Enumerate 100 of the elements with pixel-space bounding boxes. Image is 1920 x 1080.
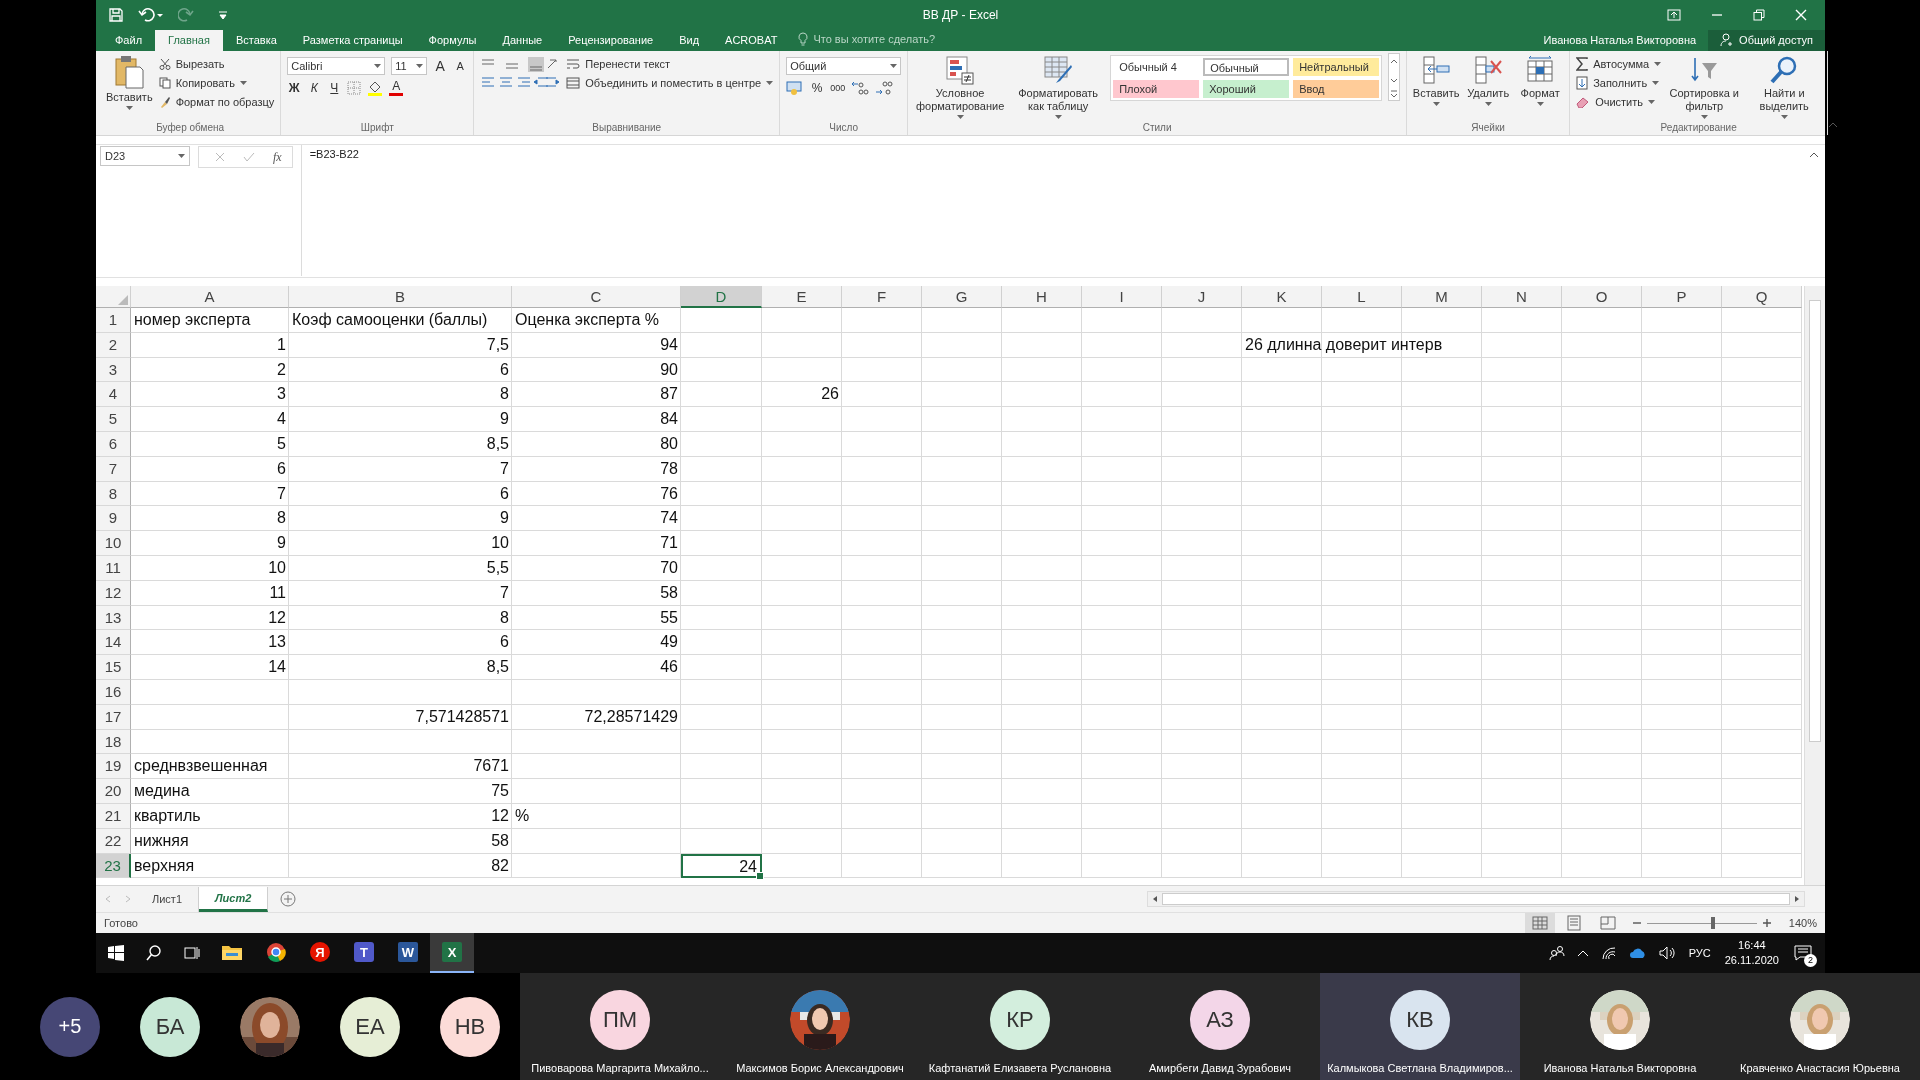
participant-avatar[interactable]: НВ: [440, 996, 500, 1057]
ribbon-tab[interactable]: Вид: [666, 30, 713, 51]
font-color-button[interactable]: A: [389, 80, 404, 96]
row-header[interactable]: 17: [96, 704, 131, 730]
row-header[interactable]: 7: [96, 456, 131, 482]
ribbon-tab[interactable]: Разметка страницы: [289, 30, 416, 51]
gallery-scroll-icon[interactable]: [1388, 53, 1401, 101]
name-box[interactable]: D23: [100, 146, 190, 166]
row-header[interactable]: 1: [96, 308, 131, 333]
decrease-decimal-icon[interactable]: [875, 80, 894, 96]
restore-icon[interactable]: [1753, 9, 1765, 21]
column-header[interactable]: G: [922, 286, 1002, 308]
row-header[interactable]: 15: [96, 655, 131, 680]
italic-button[interactable]: К: [307, 81, 322, 95]
chevron-up-icon[interactable]: [1576, 949, 1589, 957]
task-view-icon[interactable]: [184, 945, 200, 961]
column-header[interactable]: A: [131, 286, 289, 308]
normal-view-icon[interactable]: [1525, 913, 1555, 933]
ribbon-tab[interactable]: ACROBAT: [712, 30, 791, 51]
close-icon[interactable]: [1795, 9, 1807, 21]
format-as-table-button[interactable]: Форматировать как таблицу: [1012, 53, 1105, 119]
column-header[interactable]: L: [1322, 286, 1402, 308]
conditional-formatting-button[interactable]: Условное форматирование: [914, 53, 1007, 119]
zoom-thumb[interactable]: [1711, 916, 1715, 929]
cell-style-option[interactable]: Плохой: [1113, 80, 1200, 98]
participant-avatar[interactable]: ЕА: [340, 996, 400, 1057]
number-format-field[interactable]: Общий: [786, 57, 902, 75]
share-button[interactable]: Общий доступ: [1708, 30, 1825, 51]
add-sheet-icon[interactable]: [280, 891, 297, 907]
tell-me-field[interactable]: Что вы хотите сделать?: [790, 32, 936, 51]
ribbon-tab[interactable]: Файл: [102, 30, 156, 51]
row-header[interactable]: 13: [96, 605, 131, 631]
taskbar-app[interactable]: T: [342, 933, 386, 973]
column-header[interactable]: F: [842, 286, 922, 308]
speaker-icon[interactable]: [1658, 946, 1677, 960]
cut-button[interactable]: Вырезать: [158, 56, 275, 72]
format-cells-button[interactable]: Формат: [1517, 53, 1564, 106]
fill-color-icon[interactable]: [367, 80, 384, 96]
ribbon-tab[interactable]: Главная: [155, 30, 223, 51]
participant-tile[interactable]: Кравченко Анастасия Юрьевна: [1720, 973, 1920, 1080]
column-header[interactable]: K: [1242, 286, 1322, 308]
cloud-icon[interactable]: [1628, 947, 1647, 959]
column-header[interactable]: Q: [1722, 286, 1802, 308]
row-header[interactable]: 12: [96, 580, 131, 606]
find-select-button[interactable]: Найти и выделить: [1747, 53, 1822, 119]
column-header[interactable]: O: [1562, 286, 1642, 308]
customize-icon[interactable]: [218, 9, 228, 21]
column-header[interactable]: P: [1642, 286, 1722, 308]
column-header[interactable]: J: [1162, 286, 1242, 308]
column-header[interactable]: E: [762, 286, 842, 308]
windows-start-icon[interactable]: [108, 945, 124, 961]
zoom-slider[interactable]: [1633, 919, 1771, 927]
row-header[interactable]: 21: [96, 803, 131, 829]
column-header[interactable]: I: [1082, 286, 1162, 308]
participant-tile[interactable]: Максимов Борис Александрович: [720, 973, 920, 1080]
ribbon-tab[interactable]: Формулы: [415, 30, 490, 51]
vertical-scrollbar[interactable]: [1804, 286, 1825, 885]
row-header[interactable]: 8: [96, 481, 131, 507]
font-size-field[interactable]: 11: [391, 57, 428, 75]
notifications-button[interactable]: 2: [1789, 939, 1817, 967]
row-header[interactable]: 16: [96, 679, 131, 705]
collapse-formula-icon[interactable]: [1809, 151, 1819, 159]
increase-decimal-icon[interactable]: [851, 80, 870, 96]
row-header[interactable]: 11: [96, 555, 131, 581]
ribbon-tab[interactable]: Вставка: [222, 30, 290, 51]
row-header[interactable]: 9: [96, 506, 131, 532]
grow-font-button[interactable]: A: [433, 58, 448, 74]
column-header[interactable]: B: [289, 286, 512, 308]
cell-style-option[interactable]: Обычный: [1203, 58, 1290, 76]
participant-tile[interactable]: АЗ Амирбеги Давид Зурабович: [1120, 973, 1320, 1080]
ribbon-display-icon[interactable]: [1667, 9, 1681, 21]
autosum-button[interactable]: Автосумма: [1576, 56, 1662, 72]
underline-button[interactable]: Ч: [327, 81, 342, 95]
search-icon[interactable]: [146, 945, 162, 961]
zoom-out-icon[interactable]: [1633, 919, 1641, 927]
horizontal-scrollbar[interactable]: [1147, 891, 1805, 907]
row-header[interactable]: 4: [96, 382, 131, 408]
user-name[interactable]: Иванова Наталья Викторовна: [1531, 34, 1709, 51]
people-icon[interactable]: [1548, 945, 1565, 961]
participant-avatar[interactable]: БА: [140, 996, 200, 1057]
shrink-font-button[interactable]: A: [453, 60, 468, 72]
bold-button[interactable]: Ж: [287, 81, 302, 95]
insert-function-button[interactable]: fx: [273, 149, 282, 165]
taskbar-app[interactable]: Я: [298, 933, 342, 973]
scroll-right-icon[interactable]: [1793, 895, 1801, 903]
taskbar-app[interactable]: W: [386, 933, 430, 973]
participant-tile[interactable]: КВ Калмыкова Светлана Владимиров...: [1320, 973, 1520, 1080]
row-header[interactable]: 19: [96, 754, 131, 780]
cell-style-option[interactable]: Хороший: [1203, 80, 1290, 98]
column-header[interactable]: H: [1002, 286, 1082, 308]
collapse-ribbon-icon[interactable]: [1828, 121, 1839, 129]
column-header[interactable]: N: [1482, 286, 1562, 308]
row-header[interactable]: 20: [96, 779, 131, 804]
row-header[interactable]: 23: [96, 853, 131, 879]
participant-tile[interactable]: ПМ Пивоварова Маргарита Михайло...: [520, 973, 720, 1080]
format-painter-button[interactable]: Формат по образцу: [158, 94, 275, 110]
participant-tile[interactable]: КР Кафтанатий Елизавета Руслановна: [920, 973, 1120, 1080]
paste-button[interactable]: Вставить: [106, 53, 153, 110]
row-header[interactable]: 2: [96, 332, 131, 358]
wifi-icon[interactable]: [1600, 946, 1617, 960]
